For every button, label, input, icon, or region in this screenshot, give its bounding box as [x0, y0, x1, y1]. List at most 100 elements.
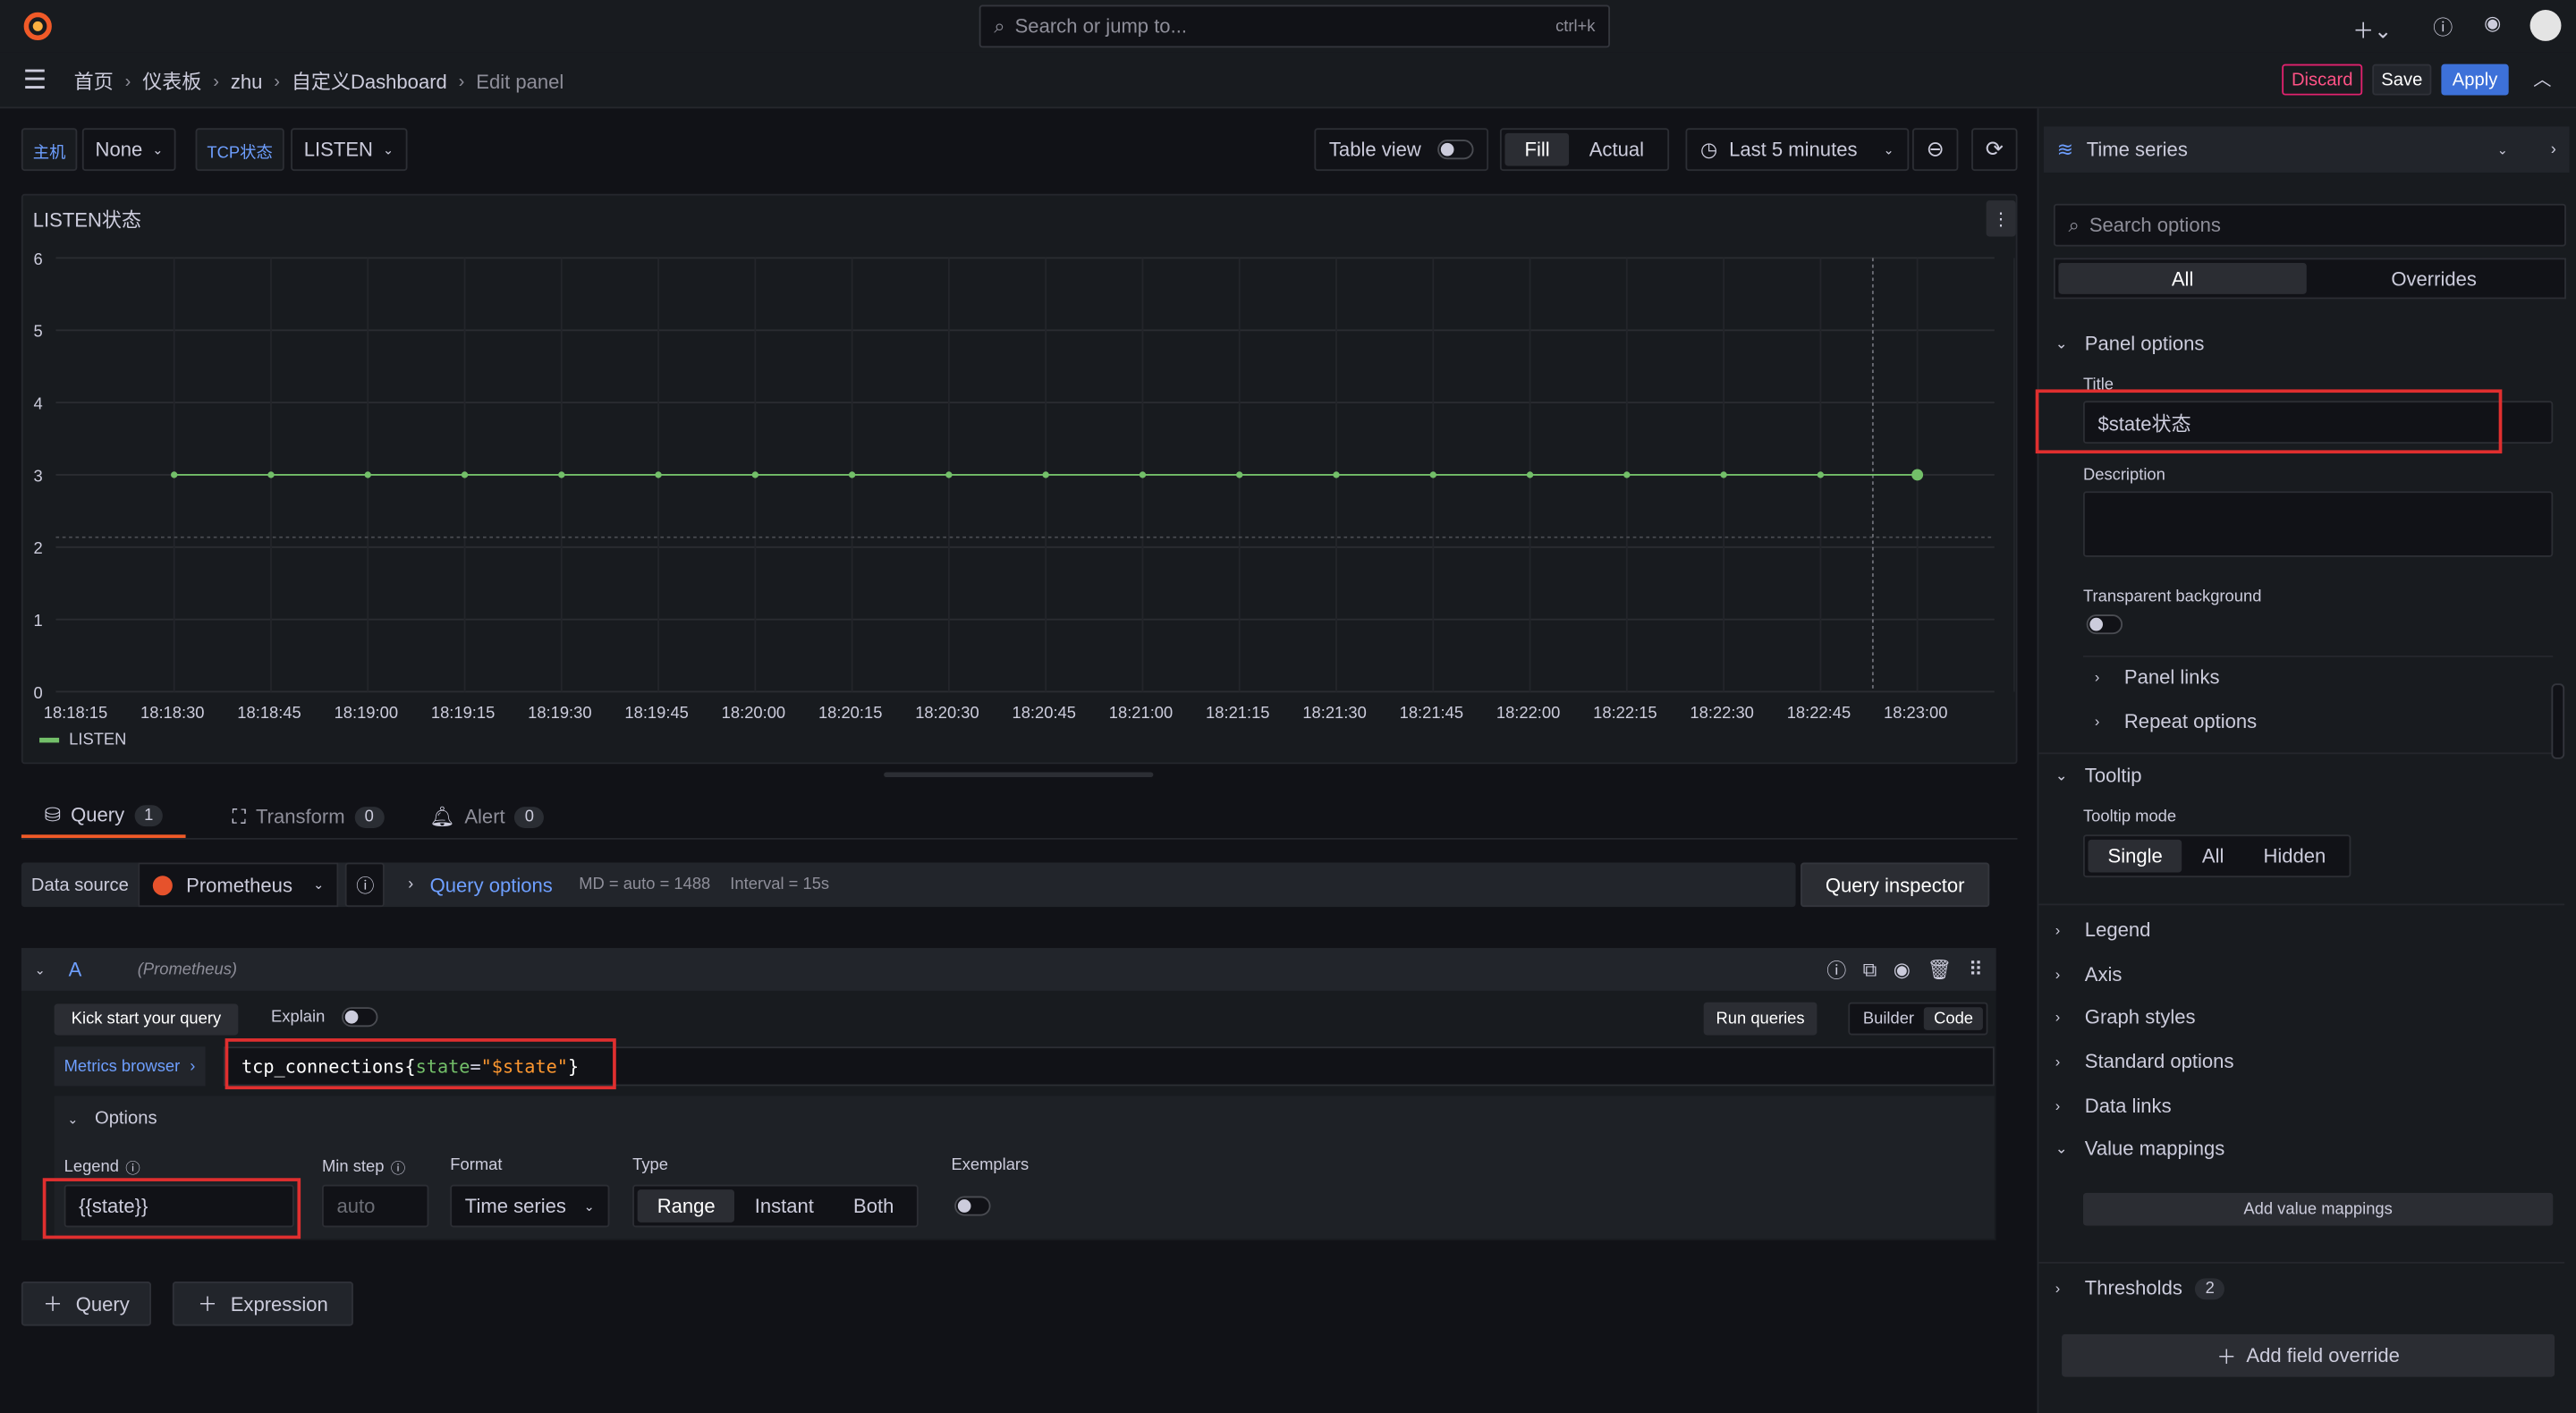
refresh-button[interactable]: ⟳ [1971, 128, 2018, 172]
save-button[interactable]: Save [2372, 63, 2432, 96]
apply-button[interactable]: Apply [2441, 63, 2509, 96]
legend-section-header[interactable]: › Legend [2055, 918, 2151, 942]
resize-handle[interactable] [884, 772, 1154, 778]
add-new-icon[interactable]: ＋⌄ [2352, 13, 2392, 45]
data-links-header[interactable]: › Data links [2055, 1095, 2172, 1118]
exemplars-switch[interactable] [954, 1196, 991, 1216]
divider [2082, 656, 2554, 657]
explain-toggle[interactable]: Explain [271, 1007, 378, 1028]
standard-options-header[interactable]: › Standard options [2055, 1050, 2234, 1073]
tooltip-single-option[interactable]: Single [2088, 839, 2182, 873]
type-both-option[interactable]: Both [834, 1189, 913, 1223]
news-icon[interactable]: ◉ [2484, 12, 2501, 35]
y-tick-label: 1 [34, 611, 43, 630]
variable-select-tcp[interactable]: LISTEN ⌄ [291, 128, 407, 172]
metrics-browser-button[interactable]: Metrics browser › [54, 1046, 206, 1087]
eye-icon[interactable]: ◉ [1894, 958, 1911, 981]
search-options-input[interactable]: ⌕ Search options [2053, 203, 2566, 247]
description-textarea[interactable] [2082, 491, 2554, 557]
tab-transform-label: Transform [256, 805, 345, 828]
tab-alert[interactable]: 🔔︎ Alert 0 [429, 795, 544, 838]
discard-button[interactable]: Discard [2282, 63, 2363, 96]
code-option[interactable]: Code [1924, 1007, 1984, 1030]
query-row-a: ⌄ A (Prometheus) ⓘ ⧉ ◉ 🗑︎ ⠿ Kick start y… [21, 948, 1996, 1241]
zoom-out-button[interactable]: ⊖ [1911, 128, 1959, 172]
kick-start-button[interactable]: Kick start your query [54, 1003, 239, 1036]
tab-transform[interactable]: ⛶ Transform 0 [233, 795, 384, 838]
datasource-picker[interactable]: Prometheus ⌄ [138, 862, 339, 908]
time-series-chart[interactable]: 0 1 2 3 4 5 6 18:18:15 18:18:30 18:18:45 18:19:00 1… [23, 196, 2020, 766]
y-tick-label: 5 [34, 322, 43, 341]
search-bar[interactable]: ⌕ Search or jump to... ctrl+k [979, 4, 1610, 48]
breadcrumb-dashboards[interactable]: 仪表板 [142, 67, 201, 95]
menu-icon[interactable]: ☰ [23, 64, 47, 97]
time-range-picker[interactable]: ◷ Last 5 minutes ⌄ [1685, 128, 1910, 172]
breadcrumb-folder[interactable]: zhu [231, 70, 263, 93]
chart-legend[interactable]: LISTEN [39, 732, 126, 749]
axis-header[interactable]: › Axis [2055, 963, 2123, 986]
chevron-down-icon: ⌄ [67, 1111, 79, 1127]
visualization-picker[interactable]: ≋ Time series ⌄ › [2043, 126, 2570, 173]
breadcrumb-current: Edit panel [476, 70, 564, 93]
panel-options-header[interactable]: ⌄ Panel options [2055, 332, 2205, 355]
datasource-help-icon[interactable]: ⓘ [345, 862, 386, 908]
explain-switch[interactable] [341, 1007, 378, 1028]
actual-option[interactable]: Actual [1570, 133, 1664, 166]
data-point [1236, 471, 1243, 478]
collapse-icon[interactable]: ︿ [2533, 65, 2551, 91]
repeat-options-header[interactable]: › Repeat options [2095, 710, 2257, 733]
chevron-right-icon: › [2094, 668, 2100, 686]
panel-preview: LISTEN状态 ⋮ 0 1 2 3 4 5 6 18:18:15 18:18:30 18:18:… [21, 193, 2020, 766]
table-view-switch[interactable] [1437, 140, 1474, 160]
x-tick-label: 18:22:15 [1593, 703, 1657, 722]
trash-icon[interactable]: 🗑︎ [1927, 958, 1952, 981]
add-expression-button[interactable]: ＋ Expression [172, 1282, 353, 1326]
metrics-browser-label: Metrics browser [64, 1057, 181, 1076]
tab-query[interactable]: ⛁ Query 1 [21, 795, 187, 838]
breadcrumb-dashboard[interactable]: 自定义Dashboard [292, 67, 447, 95]
minstep-input[interactable]: auto [321, 1184, 429, 1228]
query-options-md: MD = auto = 1488 [579, 876, 711, 894]
query-ref-id[interactable]: A [69, 958, 82, 981]
variable-value-tcp: LISTEN [303, 138, 373, 162]
tab-overrides[interactable]: Overrides [2307, 263, 2562, 294]
breadcrumb-home[interactable]: 首页 [74, 67, 114, 95]
tooltip-all-option[interactable]: All [2182, 840, 2244, 873]
builder-option[interactable]: Builder [1853, 1007, 1924, 1030]
transparent-bg-switch[interactable] [2086, 614, 2123, 635]
data-point [558, 471, 565, 478]
add-query-button[interactable]: ＋ Query [21, 1282, 151, 1326]
fill-option[interactable]: Fill [1504, 132, 1570, 166]
drag-handle-icon[interactable]: ⠿ [1969, 958, 1983, 981]
add-field-override-button[interactable]: ＋ Add field override [2062, 1333, 2555, 1377]
options-toggle[interactable]: ⌄ Options [67, 1109, 157, 1129]
grafana-logo-icon[interactable] [21, 10, 55, 43]
tooltip-hidden-option[interactable]: Hidden [2243, 840, 2345, 873]
type-instant-option[interactable]: Instant [735, 1189, 834, 1223]
avatar[interactable] [2529, 10, 2562, 41]
add-value-mappings-button[interactable]: Add value mappings [2082, 1192, 2554, 1226]
panel-links-header[interactable]: › Panel links [2095, 665, 2220, 689]
variable-select-host[interactable]: None ⌄ [81, 128, 177, 172]
query-inspector-button[interactable]: Query inspector [1801, 862, 1990, 908]
tooltip-header[interactable]: ⌄ Tooltip [2055, 764, 2142, 787]
query-options-link[interactable]: Query options [430, 873, 553, 896]
value-mappings-header[interactable]: ⌄ Value mappings [2055, 1137, 2224, 1160]
scrollbar-thumb[interactable] [2551, 683, 2565, 759]
collapse-chevron-icon[interactable]: ⌄ [35, 962, 46, 977]
graph-styles-header[interactable]: › Graph styles [2055, 1005, 2196, 1028]
data-point [1720, 471, 1727, 478]
tooltip-label: Tooltip [2084, 764, 2142, 788]
help-icon[interactable]: ⓘ [1826, 955, 1846, 983]
table-view-toggle[interactable]: Table view [1314, 128, 1489, 172]
datasource-label: Data source [30, 875, 129, 895]
run-queries-button[interactable]: Run queries [1703, 1002, 1818, 1036]
duplicate-icon[interactable]: ⧉ [1863, 957, 1877, 982]
highlight-legend [42, 1178, 301, 1240]
clock-icon: ◷ [1700, 138, 1718, 162]
format-select[interactable]: Time series ⌄ [450, 1184, 610, 1228]
tab-all[interactable]: All [2058, 262, 2307, 294]
thresholds-header[interactable]: › Thresholds 2 [2055, 1277, 2224, 1299]
type-range-option[interactable]: Range [637, 1189, 735, 1223]
help-icon[interactable]: ⓘ [2433, 13, 2453, 41]
